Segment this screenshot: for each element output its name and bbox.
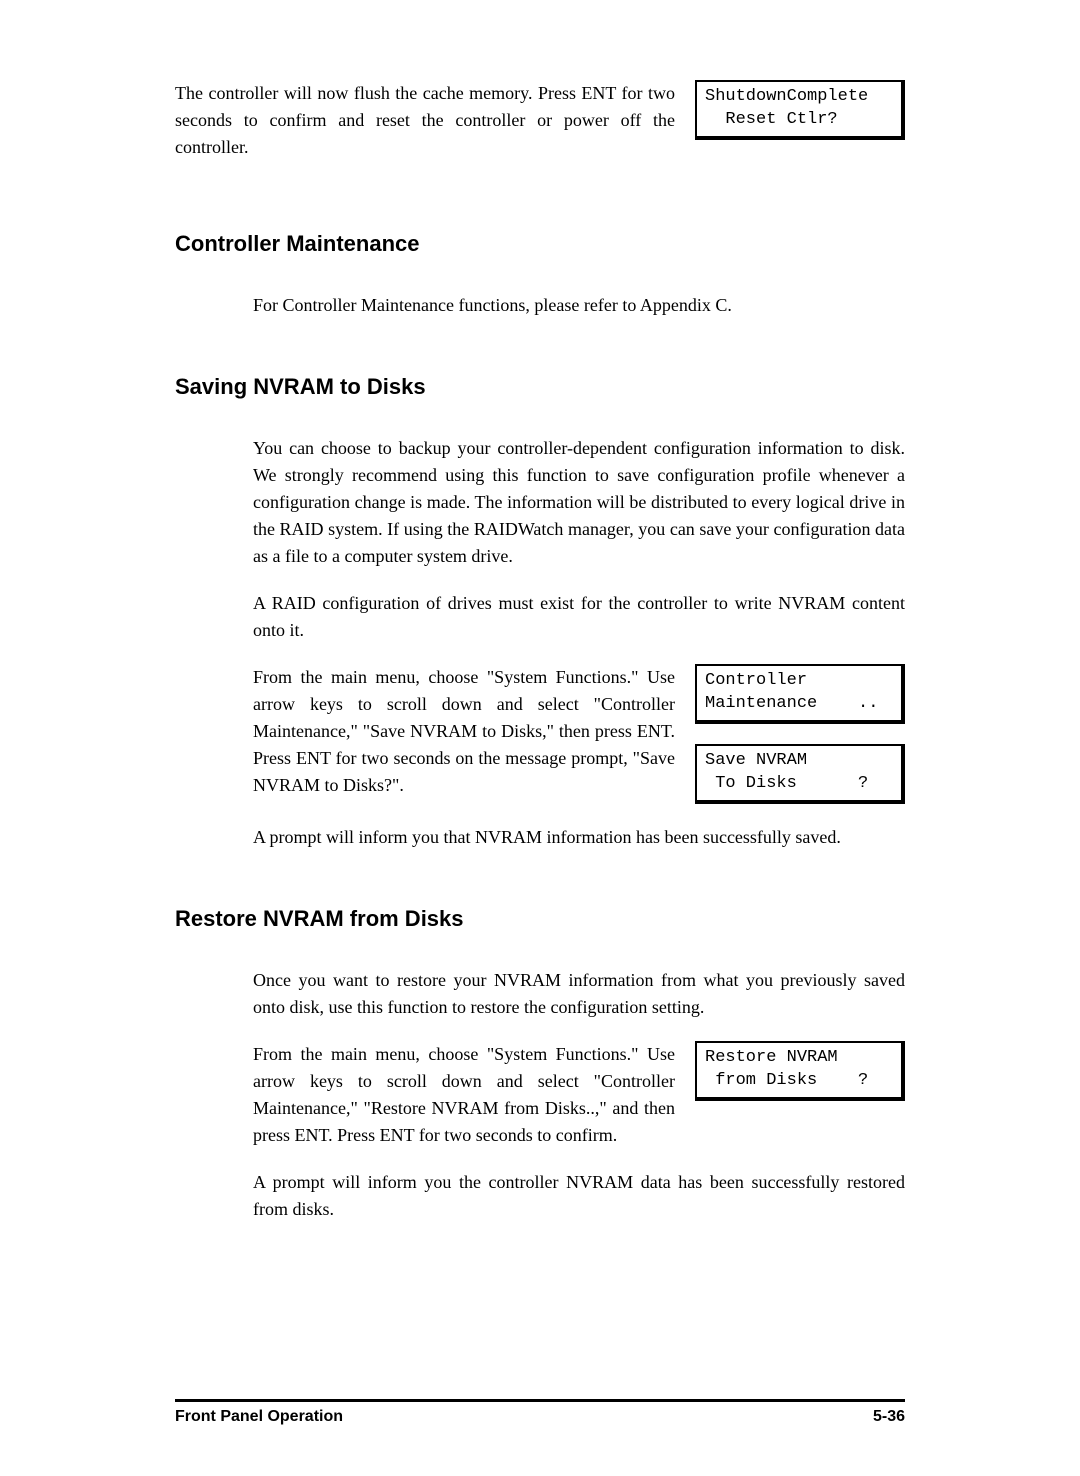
heading-restore-nvram: Restore NVRAM from Disks xyxy=(175,906,905,932)
saving-para4: A prompt will inform you that NVRAM info… xyxy=(253,824,905,851)
lcd-controller-maintenance: Controller Maintenance .. xyxy=(695,664,905,724)
section-saving-nvram: Saving NVRAM to Disks You can choose to … xyxy=(175,374,905,851)
lcd-column-save: Controller Maintenance .. Save NVRAM To … xyxy=(695,664,905,804)
footer-left: Front Panel Operation xyxy=(175,1408,343,1426)
saving-para1: You can choose to backup your controller… xyxy=(253,435,905,570)
heading-saving-nvram: Saving NVRAM to Disks xyxy=(175,374,905,400)
section-controller-maintenance: Controller Maintenance For Controller Ma… xyxy=(175,231,905,319)
restore-side-by-side: From the main menu, choose "System Funct… xyxy=(253,1041,905,1149)
intro-section: The controller will now flush the cache … xyxy=(175,80,905,161)
controller-maintenance-text: For Controller Maintenance functions, pl… xyxy=(253,292,905,319)
page-footer: Front Panel Operation 5-36 xyxy=(175,1399,905,1426)
saving-side-by-side: From the main menu, choose "System Funct… xyxy=(253,664,905,804)
restore-para3: A prompt will inform you the controller … xyxy=(253,1169,905,1223)
lcd-save-nvram: Save NVRAM To Disks ? xyxy=(695,744,905,804)
restore-para1: Once you want to restore your NVRAM info… xyxy=(253,967,905,1021)
section-restore-nvram: Restore NVRAM from Disks Once you want t… xyxy=(175,906,905,1223)
footer-right: 5-36 xyxy=(873,1408,905,1426)
lcd-column-restore: Restore NVRAM from Disks ? xyxy=(695,1041,905,1101)
restore-para2: From the main menu, choose "System Funct… xyxy=(253,1041,675,1149)
lcd-restore-nvram: Restore NVRAM from Disks ? xyxy=(695,1041,905,1101)
intro-text: The controller will now flush the cache … xyxy=(175,80,675,161)
heading-controller-maintenance: Controller Maintenance xyxy=(175,231,905,257)
saving-para3: From the main menu, choose "System Funct… xyxy=(253,664,675,799)
lcd-shutdown: ShutdownComplete Reset Ctlr? xyxy=(695,80,905,140)
saving-para2: A RAID configuration of drives must exis… xyxy=(253,590,905,644)
